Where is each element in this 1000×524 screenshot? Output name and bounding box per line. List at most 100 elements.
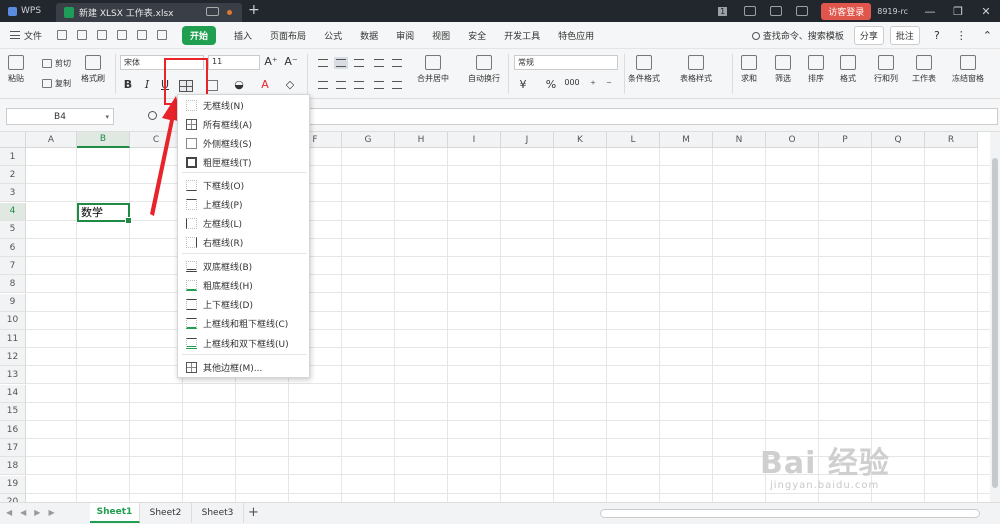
more-options-icon[interactable]: ⋮ [956, 29, 967, 42]
save-icon[interactable] [57, 30, 68, 40]
minimize-button[interactable]: — [916, 5, 944, 18]
row-header-1[interactable]: 1 [0, 148, 26, 166]
percent-button[interactable]: % [544, 78, 558, 91]
close-button[interactable]: ✕ [972, 5, 1000, 18]
filter-button[interactable]: 筛选 [775, 55, 791, 84]
border-option-12[interactable]: 上框线和双下框线(U) [178, 334, 309, 353]
chevron-down-icon[interactable]: ▾ [105, 113, 109, 121]
select-all-corner[interactable] [0, 132, 26, 148]
column-header-l[interactable]: L [607, 132, 660, 148]
sum-button[interactable]: 求和 [741, 55, 757, 84]
border-option-10[interactable]: 上下框线(D) [178, 295, 309, 314]
column-header-r[interactable]: R [925, 132, 978, 148]
bold-button[interactable]: B [121, 78, 135, 91]
row-header-8[interactable]: 8 [0, 275, 26, 294]
italic-button[interactable]: I [140, 78, 154, 91]
border-option-4[interactable]: 下框线(O) [178, 176, 309, 195]
row-header-11[interactable]: 11 [0, 330, 26, 348]
formula-input[interactable] [306, 108, 998, 125]
table-style-button[interactable]: 表格样式 [680, 55, 712, 84]
row-header-6[interactable]: 6 [0, 239, 26, 257]
currency-button[interactable]: ¥ [516, 78, 530, 91]
row-header-2[interactable]: 2 [0, 166, 26, 185]
tab-formulas[interactable]: 公式 [324, 29, 342, 42]
column-header-i[interactable]: I [448, 132, 501, 148]
undo-icon[interactable] [137, 30, 148, 40]
column-header-q[interactable]: Q [872, 132, 925, 148]
column-header-j[interactable]: J [501, 132, 554, 148]
shrink-font-button[interactable]: A⁻ [284, 55, 298, 68]
selected-cell-b4[interactable]: 数学 [77, 203, 132, 224]
tab-developer[interactable]: 开发工具 [504, 29, 540, 42]
row-header-10[interactable]: 10 [0, 311, 26, 330]
row-header-15[interactable]: 15 [0, 402, 26, 421]
wps-home-tab[interactable]: WPS [0, 0, 56, 22]
file-menu[interactable]: 文件 [10, 29, 42, 42]
scroll-thumb[interactable] [992, 158, 998, 488]
merge-center-button[interactable]: 合并居中 [417, 55, 449, 84]
row-header-14[interactable]: 14 [0, 384, 26, 403]
row-header-16[interactable]: 16 [0, 421, 26, 439]
row-header-17[interactable]: 17 [0, 439, 26, 458]
cloud-icon[interactable] [796, 6, 809, 16]
column-header-a[interactable]: A [26, 132, 77, 148]
row-header-18[interactable]: 18 [0, 457, 26, 476]
tab-start[interactable]: 开始 [182, 25, 217, 45]
redo-icon[interactable] [157, 30, 168, 40]
name-box[interactable]: B4 ▾ [6, 108, 114, 125]
export-pdf-icon[interactable] [77, 30, 88, 40]
freeze-panes-button[interactable]: 冻结窗格 [952, 55, 984, 84]
tab-security[interactable]: 安全 [468, 29, 486, 42]
sheet-nav-arrows[interactable]: ◀◀▶▶ [6, 508, 63, 517]
copy-button[interactable]: 复制 [42, 78, 71, 89]
decrease-decimal-icon[interactable]: ⁻ [602, 78, 616, 91]
font-color-icon[interactable]: A [258, 78, 272, 91]
format-painter-button[interactable]: 格式刷 [81, 55, 105, 84]
row-header-19[interactable]: 19 [0, 475, 26, 494]
annotate-button[interactable]: 批注 [889, 26, 920, 45]
align-left-icon[interactable] [318, 81, 328, 89]
border-option-7[interactable]: 右框线(R) [178, 233, 309, 252]
column-header-p[interactable]: P [819, 132, 872, 148]
tab-view[interactable]: 视图 [432, 29, 450, 42]
border-option-5[interactable]: 上框线(P) [178, 195, 309, 214]
row-header-4[interactable]: 4 [0, 202, 26, 221]
border-option-6[interactable]: 左框线(L) [178, 214, 309, 233]
fill-color-icon[interactable]: ◒ [232, 78, 246, 91]
sort-button[interactable]: 排序 [808, 55, 824, 84]
shirt-icon[interactable] [770, 6, 783, 16]
increase-decimal-icon[interactable]: ⁺ [586, 78, 600, 91]
column-header-m[interactable]: M [660, 132, 713, 148]
number-format-select[interactable]: 常规 [514, 55, 618, 70]
print-icon[interactable] [97, 30, 108, 40]
indent-increase-icon[interactable] [392, 59, 402, 67]
wrap-text-button[interactable]: 自动换行 [468, 55, 500, 84]
row-header-13[interactable]: 13 [0, 366, 26, 385]
cut-button[interactable]: 剪切 [42, 58, 71, 69]
preview-icon[interactable] [117, 30, 128, 40]
align-top-icon[interactable] [318, 59, 328, 67]
tab-page-layout[interactable]: 页面布局 [270, 29, 306, 42]
document-tab[interactable]: 新建 XLSX 工作表.xlsx [56, 3, 242, 22]
align-center-icon[interactable] [336, 81, 346, 89]
conditional-format-button[interactable]: 条件格式 [628, 55, 660, 84]
distributed-icon[interactable] [392, 81, 402, 89]
border-option-13[interactable]: 其他边框(M)... [178, 358, 309, 377]
add-sheet-button[interactable]: + [248, 505, 259, 520]
command-search[interactable]: 查找命令、搜索模板 [751, 29, 844, 42]
align-bottom-icon[interactable] [354, 59, 364, 67]
window-count-badge[interactable]: 1 [718, 6, 728, 16]
guest-login-button[interactable]: 访客登录 [821, 2, 872, 20]
justify-icon[interactable] [374, 81, 384, 89]
tab-insert[interactable]: 插入 [234, 29, 252, 42]
border-option-1[interactable]: 所有框线(A) [178, 115, 309, 134]
row-header-3[interactable]: 3 [0, 184, 26, 203]
format-button[interactable]: 格式 [840, 55, 856, 84]
row-header-7[interactable]: 7 [0, 257, 26, 276]
sheet-tab-1[interactable]: Sheet1 [90, 503, 140, 523]
column-header-h[interactable]: H [395, 132, 448, 148]
paste-button[interactable]: 粘贴 [8, 55, 24, 84]
tab-review[interactable]: 审阅 [396, 29, 414, 42]
skin-icon[interactable] [744, 6, 757, 16]
tab-data[interactable]: 数据 [360, 29, 378, 42]
